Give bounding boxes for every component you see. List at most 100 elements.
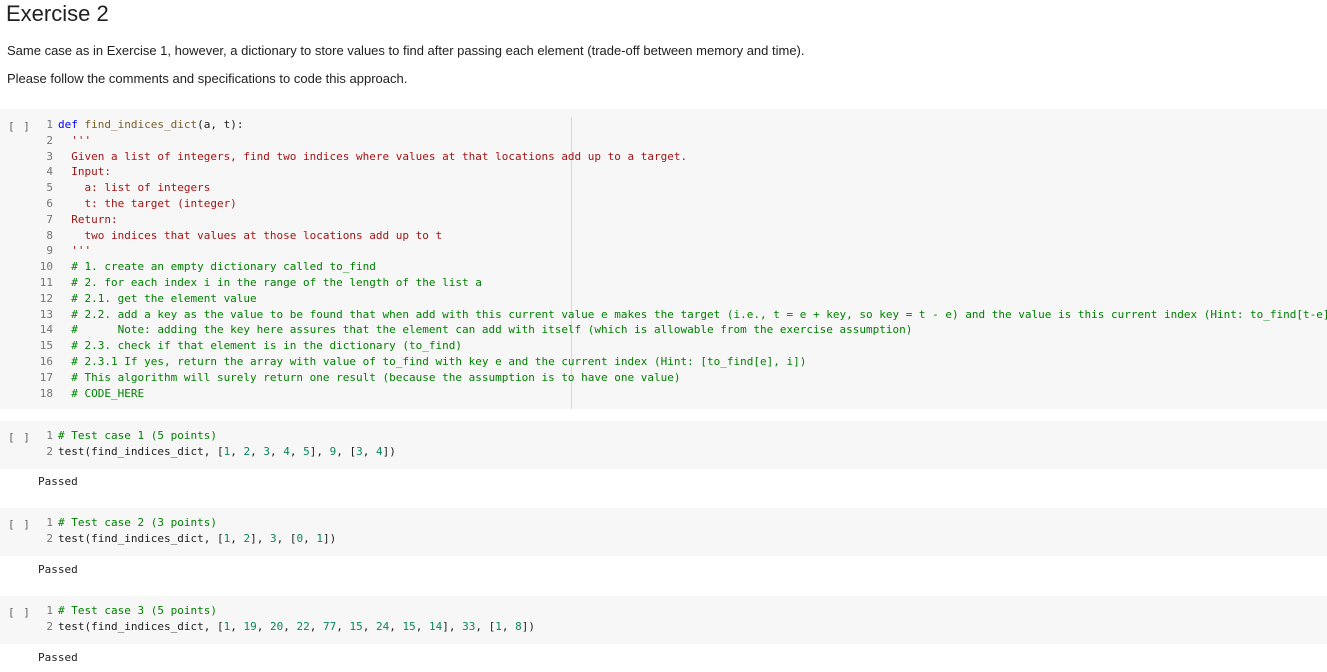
code-cell-test-case-3[interactable]: [ ] 1 # Test case 3 (5 points) 2 test(find_… xyxy=(0,596,1327,644)
line-source: a: list of integers xyxy=(58,180,210,196)
code-token: , [ xyxy=(336,444,357,458)
code-token: , xyxy=(230,531,244,545)
code-cell-test-case-1[interactable]: [ ] 1 # Test case 1 (5 points) 2 test(find_… xyxy=(0,421,1327,469)
code-token: # Test case 3 (5 points) xyxy=(58,604,217,617)
code-token: , xyxy=(415,619,429,633)
code-token: 19 xyxy=(243,619,257,633)
code-token: , xyxy=(283,619,297,633)
code-token: 1 xyxy=(495,619,502,633)
code-token: , xyxy=(362,444,376,458)
code-token: find_indices_dict xyxy=(84,118,198,131)
line-number: 3 xyxy=(46,149,53,163)
code-token: ], xyxy=(442,619,463,633)
code-token: , xyxy=(256,619,270,633)
line-number: 2 xyxy=(46,619,53,633)
line-source: # 2.1. get the element value xyxy=(58,291,257,307)
code-token: , [ xyxy=(276,531,297,545)
code-token: 4 xyxy=(283,444,290,458)
line-number: 6 xyxy=(46,197,53,210)
code-token: , xyxy=(230,619,244,633)
line-source: # This algorithm will surely return one … xyxy=(58,370,681,386)
code-token: # Test case 1 (5 points) xyxy=(58,429,217,442)
exercise-description: Same case as in Exercise 1, however, a d… xyxy=(7,43,805,58)
line-number: 11 xyxy=(39,276,53,289)
line-source: test(find_indices_dict, [1, 19, 20, 22 , … xyxy=(58,619,535,635)
code-token: , xyxy=(269,444,284,458)
code-token: , xyxy=(336,619,350,633)
code-cell-test-case-2[interactable]: [ ] 1 # Test case 2 (3 points) 2 test(find_… xyxy=(0,508,1327,556)
line-number: 2 xyxy=(46,444,53,458)
line-number: 17 xyxy=(39,370,53,384)
code-token: # This algorithm will surely return one … xyxy=(58,370,681,384)
line-source: # Test case 3 (5 points) xyxy=(58,603,217,619)
code-token: 77 xyxy=(322,619,337,633)
line-number: 10 xyxy=(39,260,53,274)
code-token: ], xyxy=(250,531,270,545)
code-token: ]) xyxy=(382,444,396,458)
cell-output: Passed xyxy=(38,563,78,576)
code-token: # Note: adding the key here assures that… xyxy=(58,323,913,337)
line-source: # 1. create an empty dictionary called t… xyxy=(58,259,376,275)
cell-output: Passed xyxy=(38,651,78,664)
code-token: # 2. for each index i in the range of th… xyxy=(58,276,482,289)
line-source: # CODE_HERE xyxy=(58,386,144,402)
line-source: two indices that values at those locatio… xyxy=(58,228,442,244)
line-number: 1 xyxy=(46,118,53,131)
line-source: # 2.3. check if that element is in the d… xyxy=(58,338,462,354)
line-number: 2 xyxy=(46,531,53,545)
code-token: 20 xyxy=(269,619,284,633)
code-token: 24 xyxy=(375,619,390,633)
code-token: 15 xyxy=(402,619,416,633)
code-token: 1 xyxy=(316,531,323,545)
line-number: 1 xyxy=(46,516,53,529)
code-token: # 2.2. add a key as the value to be foun… xyxy=(58,307,1327,321)
code-token: def xyxy=(58,118,85,131)
line-number: 13 xyxy=(39,307,53,321)
line-source: # Test case 1 (5 points) xyxy=(58,428,217,444)
line-source: Return: xyxy=(58,212,117,228)
line-source: test(find_indices_dict, [1, 2], 3, [0, 1… xyxy=(58,531,336,547)
line-source: Given a list of integers, find two indic… xyxy=(58,149,687,165)
exercise-instruction: Please follow the comments and specifica… xyxy=(7,71,408,86)
code-token: 8 xyxy=(515,619,522,633)
code-token: 5 xyxy=(303,444,310,458)
line-number: 7 xyxy=(46,212,53,226)
code-token: # Test case 2 (3 points) xyxy=(58,516,217,529)
code-token: # 2.1. get the element value xyxy=(58,291,257,305)
line-number: 1 xyxy=(46,429,53,442)
line-source: # Test case 2 (3 points) xyxy=(58,515,217,531)
code-token: Given a list of integers, find two indic… xyxy=(58,149,688,163)
line-source: ''' xyxy=(58,243,91,259)
code-token: 33 xyxy=(462,619,476,633)
code-token: 3 xyxy=(269,531,277,545)
code-token: , [ xyxy=(475,619,496,633)
code-token: , xyxy=(362,619,376,633)
line-number: 16 xyxy=(39,355,53,368)
code-token: 4 xyxy=(375,444,383,458)
code-token: # 1. create an empty dictionary called t… xyxy=(58,260,376,274)
line-number: 18 xyxy=(39,386,53,400)
line-source: # 2.3.1 If yes, return the array with va… xyxy=(58,354,806,370)
code-token: ]) xyxy=(521,619,535,633)
code-token: t: the target (integer) xyxy=(58,197,237,210)
line-source: ''' xyxy=(58,133,91,149)
code-cell-find-indices[interactable]: [ ] 1 def find_indices_dict(a, t): 2 ''' 3 … xyxy=(0,109,1327,409)
code-token: test(find_indices_dict, [ xyxy=(58,531,224,545)
line-source: t: the target (integer) xyxy=(58,196,237,212)
code-token: 3 xyxy=(263,444,270,458)
line-number: 15 xyxy=(39,339,53,353)
code-token: , xyxy=(230,444,244,458)
line-source: # Note: adding the key here assures that… xyxy=(58,322,912,338)
code-token: ''' xyxy=(58,133,92,147)
code-token: 22 xyxy=(296,619,310,633)
code-token: ]) xyxy=(322,531,337,545)
line-source: # 2.2. add a key as the value to be foun… xyxy=(58,307,1327,323)
code-token: two indices that values at those locatio… xyxy=(58,228,443,242)
code-token: (a, t): xyxy=(197,118,244,131)
code-token: , xyxy=(389,619,403,633)
code-token: # 2.3. check if that element is in the d… xyxy=(58,339,462,353)
code-token: , xyxy=(250,444,264,458)
line-source: # 2. for each index i in the range of th… xyxy=(58,275,482,291)
code-token: ''' xyxy=(58,244,92,258)
code-token: test(find_indices_dict, [ xyxy=(58,444,224,458)
